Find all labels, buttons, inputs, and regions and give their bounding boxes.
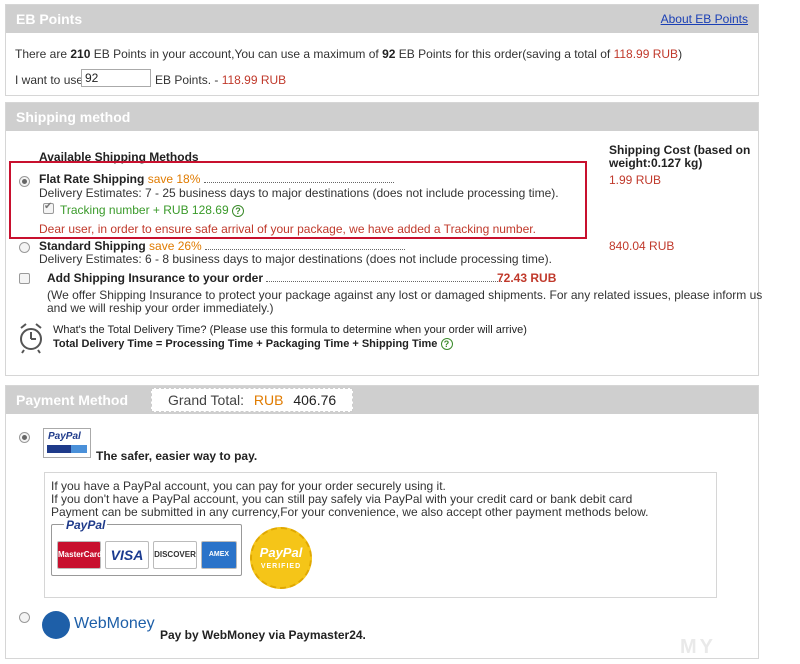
paypal-cards-box: PayPal MasterCard VISA DISCOVER AMEX bbox=[51, 518, 242, 576]
flat-rate-name: Flat Rate Shipping bbox=[39, 172, 145, 186]
insurance-dots bbox=[266, 281, 503, 282]
tracking-label: Tracking number + RUB 128.69 ? bbox=[60, 203, 244, 217]
standard-row: Standard Shipping save 26% bbox=[39, 239, 406, 253]
flat-rate-save: save 18% bbox=[147, 172, 201, 186]
visa-logo: VISA bbox=[105, 541, 149, 569]
tracking-notice: Dear user, in order to ensure safe arriv… bbox=[39, 222, 536, 236]
saving-amount: 118.99 RUB bbox=[613, 47, 679, 61]
grand-total-label: Grand Total: bbox=[168, 392, 245, 408]
webmoney-radio[interactable] bbox=[19, 612, 30, 623]
insurance-desc-1: (We offer Shipping Insurance to protect … bbox=[47, 288, 763, 302]
webmoney-desc: Pay by WebMoney via Paymaster24. bbox=[160, 628, 366, 642]
paypal-cards-label: PayPal bbox=[64, 518, 108, 532]
insurance-desc-2: and we will reship your order immediatel… bbox=[47, 301, 274, 315]
shipping-title: Shipping method bbox=[16, 109, 131, 125]
standard-save: save 26% bbox=[149, 239, 202, 253]
amex-logo: AMEX bbox=[201, 541, 237, 569]
available-points: 210 bbox=[70, 47, 91, 61]
paypal-info-1: If you have a PayPal account, you can pa… bbox=[51, 479, 446, 493]
insurance-cost: 72.43 RUB bbox=[497, 271, 557, 285]
about-eb-points-link[interactable]: About EB Points bbox=[661, 5, 748, 33]
col-shipping-cost-2: weight:0.127 kg) bbox=[609, 156, 703, 170]
flat-rate-radio[interactable] bbox=[19, 176, 30, 187]
max-points: 92 bbox=[382, 47, 396, 61]
webmoney-logo: WebMoney bbox=[42, 610, 155, 640]
flat-rate-estimate: Delivery Estimates: 7 - 25 business days… bbox=[39, 186, 559, 200]
flat-rate-row: Flat Rate Shipping save 18% bbox=[39, 172, 394, 186]
flat-rate-cost: 1.99 RUB bbox=[609, 173, 662, 187]
use-points-input[interactable] bbox=[81, 69, 151, 87]
grand-total-value: 406.76 bbox=[293, 392, 337, 408]
paypal-tagline: The safer, easier way to pay. bbox=[96, 449, 258, 463]
discover-logo: DISCOVER bbox=[153, 541, 197, 569]
paypal-info-2: If you don't have a PayPal account, you … bbox=[51, 492, 633, 506]
webmoney-globe-icon bbox=[42, 611, 70, 639]
eb-points-info: There are 210 EB Points in your account,… bbox=[15, 47, 683, 61]
delivery-formula: Total Delivery Time = Processing Time + … bbox=[53, 338, 453, 351]
help-icon[interactable]: ? bbox=[440, 338, 453, 351]
standard-radio[interactable] bbox=[19, 242, 30, 253]
use-points-suffix: EB Points. - 118.99 RUB bbox=[155, 73, 287, 87]
insurance-row: Add Shipping Insurance to your order bbox=[47, 271, 503, 285]
tracking-checkbox[interactable] bbox=[43, 201, 54, 214]
payment-header: Payment Method Grand Total: RUB 406.76 bbox=[6, 386, 758, 414]
eb-points-title: EB Points bbox=[16, 11, 83, 27]
use-points-label: I want to use bbox=[15, 73, 84, 87]
standard-dots bbox=[205, 249, 406, 250]
standard-name: Standard Shipping bbox=[39, 239, 146, 253]
watermark: MY bbox=[680, 636, 716, 658]
paypal-radio[interactable] bbox=[19, 432, 30, 443]
standard-cost: 840.04 RUB bbox=[609, 239, 675, 253]
use-points-discount: 118.99 RUB bbox=[221, 73, 287, 87]
paypal-info-3: Payment can be submitted in any currency… bbox=[51, 505, 649, 519]
help-icon[interactable]: ? bbox=[231, 204, 244, 217]
eb-points-panel: EB Points About EB Points There are 210 … bbox=[5, 4, 759, 96]
shipping-header: Shipping method bbox=[6, 103, 758, 131]
insurance-label: Add Shipping Insurance to your order bbox=[47, 271, 264, 285]
grand-total-currency: RUB bbox=[253, 392, 284, 408]
paypal-logo: PayPal bbox=[43, 428, 91, 458]
eb-points-header: EB Points About EB Points bbox=[6, 5, 758, 33]
standard-estimate: Delivery Estimates: 6 - 8 business days … bbox=[39, 252, 552, 266]
payment-title: Payment Method bbox=[16, 392, 129, 408]
flat-rate-dots bbox=[203, 182, 394, 183]
alarm-clock-icon bbox=[20, 323, 42, 354]
mastercard-logo: MasterCard bbox=[57, 541, 102, 569]
grand-total: Grand Total: RUB 406.76 bbox=[151, 388, 354, 412]
col-shipping-cost-1: Shipping Cost (based on bbox=[609, 143, 751, 157]
paypal-verified-seal: PayPal VERIFIED bbox=[250, 527, 312, 589]
delivery-question: What's the Total Delivery Time? (Please … bbox=[53, 324, 527, 336]
insurance-checkbox[interactable] bbox=[19, 273, 30, 284]
